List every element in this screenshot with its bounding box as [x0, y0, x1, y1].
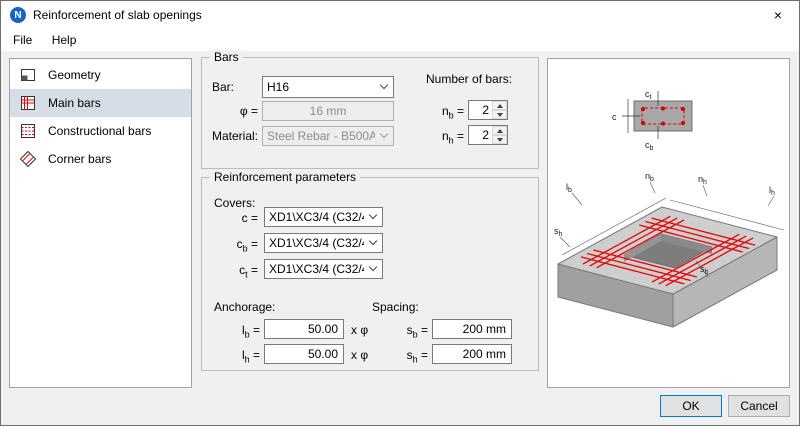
sh-label: sh =: [406, 348, 428, 365]
chevron-down-icon: [368, 210, 378, 220]
sh-input[interactable]: [432, 344, 512, 364]
label-c: c: [612, 112, 617, 122]
material-label: Material:: [212, 129, 259, 143]
slab-preview-drawing: ct c cb lb nb nh lh sh sb: [554, 89, 785, 328]
lb-label: lb =: [241, 323, 260, 340]
reinforcement-parameters-title: Reinforcement parameters: [210, 170, 361, 184]
lh-input[interactable]: [264, 344, 344, 364]
sb-label: sb =: [406, 323, 428, 340]
chevron-down-icon: [368, 262, 378, 272]
bar-combobox[interactable]: H16: [262, 76, 394, 98]
lh-label: lh =: [241, 348, 260, 365]
nb-value: 2: [482, 103, 489, 117]
label-cb: cb: [645, 140, 654, 152]
reinforcement-parameters-group: Reinforcement parameters Covers: c = XD1…: [201, 170, 539, 371]
spacing-label: Spacing:: [372, 300, 419, 314]
sidebar-item-label: Constructional bars: [48, 124, 152, 138]
number-of-bars-label: Number of bars:: [426, 72, 513, 86]
bars-group-title: Bars: [210, 50, 243, 64]
dialog-reinforcement-of-slab-openings: N Reinforcement of slab openings × File …: [0, 0, 800, 426]
window-title: Reinforcement of slab openings: [33, 8, 202, 22]
bars-group: Bars Bar: H16 Number of bars: φ = 16 mm …: [201, 50, 539, 169]
spin-down-button[interactable]: [492, 110, 507, 119]
geometry-icon: [21, 69, 35, 81]
chevron-down-icon: [368, 236, 378, 246]
app-logo-icon: N: [10, 7, 26, 23]
cover-c-value: XD1\XC3/4 (C32/40,(: [269, 210, 364, 224]
category-list: Geometry Main bars Constructional bars C…: [9, 58, 192, 388]
bar-label: Bar:: [212, 80, 235, 94]
label-lh: lh: [769, 185, 775, 197]
triangle-down-icon: [496, 137, 503, 142]
section-detail: ct c cb: [612, 89, 693, 152]
main-bars-icon: [21, 96, 35, 110]
cover-cb-label: cb =: [236, 237, 258, 254]
lh-suffix: x φ: [351, 348, 369, 362]
spinner-buttons: [492, 126, 507, 144]
cancel-button[interactable]: Cancel: [728, 395, 790, 417]
covers-label: Covers:: [214, 196, 256, 210]
spin-up-button[interactable]: [492, 126, 507, 135]
lb-suffix: x φ: [351, 323, 369, 337]
constructional-bars-icon: [21, 124, 35, 138]
ok-button[interactable]: OK: [660, 395, 722, 417]
nb-label: nb =: [441, 104, 464, 121]
triangle-up-icon: [496, 103, 503, 108]
spin-down-button[interactable]: [492, 135, 507, 144]
cover-cb-combobox[interactable]: XD1\XC3/4 (C32/40,(: [264, 233, 383, 253]
sidebar-item-label: Corner bars: [48, 152, 112, 166]
label-ct: ct: [645, 89, 652, 101]
close-icon: ×: [773, 7, 783, 23]
sidebar-item-label: Geometry: [48, 68, 101, 82]
sidebar-item-geometry[interactable]: Geometry: [10, 61, 191, 89]
menu-file[interactable]: File: [5, 29, 40, 51]
spinner-buttons: [492, 101, 507, 119]
nh-value: 2: [482, 128, 489, 142]
anchorage-label: Anchorage:: [214, 300, 276, 314]
cover-c-label: c =: [241, 211, 258, 225]
nb-spinner[interactable]: 2: [468, 100, 508, 120]
phi-label: φ =: [239, 104, 258, 118]
material-combobox: Steel Rebar - B500A,: [262, 126, 394, 146]
spin-up-button[interactable]: [492, 101, 507, 110]
corner-bars-icon: [19, 150, 37, 168]
cover-ct-label: ct =: [239, 263, 258, 280]
title-bar: N Reinforcement of slab openings ×: [1, 1, 799, 29]
label-nh: nh: [698, 174, 707, 186]
lb-input[interactable]: [264, 319, 344, 339]
menu-help[interactable]: Help: [44, 29, 85, 51]
bar-value: H16: [267, 80, 290, 94]
label-nb: nb: [645, 171, 654, 183]
cover-ct-combobox[interactable]: XD1\XC3/4 (C32/40,(: [264, 259, 383, 279]
menu-bar: File Help: [1, 29, 799, 51]
triangle-up-icon: [496, 128, 503, 133]
label-sh: sh: [554, 226, 563, 238]
nh-spinner[interactable]: 2: [468, 125, 508, 145]
sidebar-item-constructional-bars[interactable]: Constructional bars: [10, 117, 191, 145]
sidebar-item-corner-bars[interactable]: Corner bars: [10, 145, 191, 173]
material-value: Steel Rebar - B500A,: [267, 129, 375, 143]
cover-c-combobox[interactable]: XD1\XC3/4 (C32/40,(: [264, 207, 383, 227]
chevron-down-icon: [379, 80, 389, 90]
label-lb: lb: [566, 182, 572, 194]
cover-ct-value: XD1\XC3/4 (C32/40,(: [269, 262, 364, 276]
nh-label: nh =: [441, 129, 464, 146]
sidebar-item-main-bars[interactable]: Main bars: [10, 89, 191, 117]
cover-cb-value: XD1\XC3/4 (C32/40,(: [269, 236, 364, 250]
close-button[interactable]: ×: [757, 1, 799, 29]
chevron-down-icon: [379, 129, 389, 139]
sb-input[interactable]: [432, 319, 512, 339]
preview-panel: ct c cb lb nb nh lh sh sb: [547, 58, 790, 388]
triangle-down-icon: [496, 112, 503, 117]
phi-value-field: 16 mm: [262, 101, 394, 121]
sidebar-item-label: Main bars: [48, 96, 101, 110]
slab-3d: [557, 206, 778, 328]
